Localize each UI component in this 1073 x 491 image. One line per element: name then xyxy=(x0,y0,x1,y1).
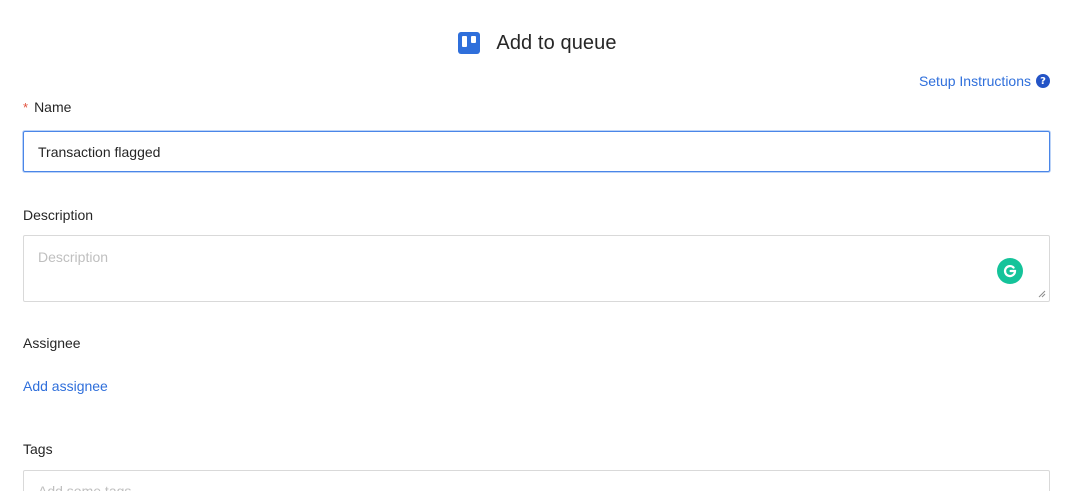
setup-instructions-label: Setup Instructions xyxy=(918,73,1031,89)
description-label: Description xyxy=(23,207,94,223)
setup-instructions-link[interactable]: Setup Instructions ? xyxy=(919,73,1050,89)
name-label: * Name xyxy=(23,99,71,115)
tags-label: Tags xyxy=(23,441,53,457)
name-label-text: Name xyxy=(34,99,72,115)
tags-input[interactable]: Add some tags xyxy=(23,470,1050,491)
name-input-value: Transaction flagged xyxy=(38,143,161,160)
dialog-title: Add to queue xyxy=(496,31,617,54)
resize-handle-icon[interactable] xyxy=(1038,290,1046,298)
assignee-label: Assignee xyxy=(23,335,81,351)
grammarly-icon[interactable] xyxy=(997,258,1023,284)
dialog-header: Add to queue xyxy=(0,26,1073,60)
tags-placeholder: Add some tags xyxy=(38,483,132,491)
question-circle-icon: ? xyxy=(1036,74,1050,88)
add-to-queue-dialog: Add to queue Setup Instructions ? * Name … xyxy=(0,0,1073,491)
add-assignee-link[interactable]: Add assignee xyxy=(23,378,108,394)
name-input[interactable]: Transaction flagged xyxy=(23,131,1050,172)
description-placeholder: Description xyxy=(38,249,109,265)
trello-board-icon xyxy=(456,30,482,56)
required-marker: * xyxy=(23,100,29,115)
description-textarea[interactable]: Description xyxy=(23,235,1050,302)
